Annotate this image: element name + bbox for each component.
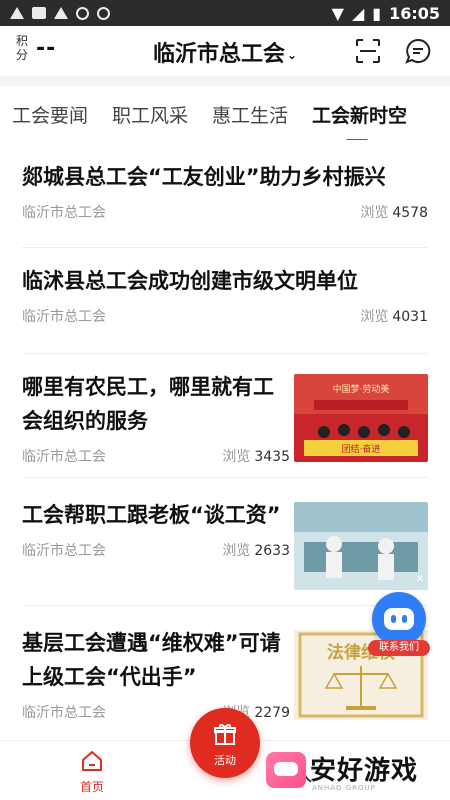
tab-benefits[interactable]: 惠工生活 — [200, 96, 300, 140]
news-meta: 临沂市总工会 浏览 2633 — [22, 540, 290, 560]
robot-icon — [372, 592, 426, 646]
chevron-down-icon: ⌄ — [286, 48, 298, 62]
news-source: 临沂市总工会 — [22, 449, 106, 465]
status-time: 16:05 — [389, 3, 440, 23]
gamepad-logo-icon — [266, 752, 306, 788]
news-views: 浏览 2633 — [222, 543, 290, 559]
notification-icon — [10, 7, 24, 19]
news-item[interactable]: 郯城县总工会“工友创业”助力乡村振兴 临沂市总工会 浏览 4578 — [22, 160, 428, 248]
battery-icon: ▮ — [372, 3, 382, 23]
image-icon — [32, 7, 46, 19]
activity-label: 活动 — [214, 754, 236, 767]
category-tabs: 工会要闻 职工风采 惠工生活 工会新时空 — [0, 96, 450, 140]
message-icon[interactable] — [405, 38, 431, 64]
svg-text:✕: ✕ — [416, 574, 424, 585]
svg-text:中国梦·劳动美: 中国梦·劳动美 — [333, 383, 390, 395]
news-source: 临沂市总工会 — [22, 205, 106, 221]
tab-news[interactable]: 工会要闻 — [0, 96, 100, 140]
news-thumbnail: ✕ — [294, 502, 428, 590]
nav-home-label: 首页 — [79, 780, 104, 794]
signal-icon: ◢ — [351, 3, 365, 23]
news-source: 临沂市总工会 — [22, 543, 106, 559]
page-title: 临沂市总工会 — [152, 42, 285, 67]
gift-icon — [214, 724, 236, 745]
contact-us-badge: 联系我们 — [368, 640, 430, 656]
news-title: 哪里有农民工，哪里就有工会组织的服务 — [22, 375, 274, 433]
watermark: 安好游戏 ANHAO GROUP — [266, 748, 446, 796]
app-header: 积分 -- 临沂市总工会 ⌄ — [0, 26, 450, 76]
news-views: 浏览 4031 — [360, 309, 428, 325]
wifi-icon: ▼ — [331, 3, 344, 23]
news-item[interactable]: 哪里有农民工，哪里就有工会组织的服务 临沂市总工会 浏览 3435 中国梦·劳动美… — [22, 370, 428, 478]
news-title: 工会帮职工跟老板“谈工资” — [22, 503, 281, 527]
news-views: 浏览 4578 — [360, 205, 428, 221]
notification-icon — [54, 7, 68, 19]
news-meta: 临沂市总工会 浏览 3435 — [22, 446, 290, 466]
watermark-text: 安好游戏 — [310, 756, 419, 786]
news-views: 浏览 3435 — [222, 449, 290, 465]
status-bar: ▼ ◢ ▮ 16:05 — [0, 0, 450, 26]
news-title: 郯城县总工会“工友创业”助力乡村振兴 — [22, 165, 386, 189]
nav-home[interactable]: 首页 — [72, 749, 112, 795]
minus-icon — [97, 6, 110, 20]
news-source: 临沂市总工会 — [22, 705, 106, 721]
svg-text:团结·奋进: 团结·奋进 — [342, 443, 381, 455]
activity-button[interactable]: 活动 — [190, 708, 260, 778]
news-thumbnail: 中国梦·劳动美 团结·奋进 — [294, 374, 428, 462]
news-meta: 临沂市总工会 浏览 4031 — [22, 306, 428, 326]
news-title: 临沭县总工会成功创建市级文明单位 — [22, 269, 358, 293]
news-item[interactable]: 工会帮职工跟老板“谈工资” 临沂市总工会 浏览 2633 ✕ — [22, 498, 428, 606]
scan-icon[interactable] — [355, 38, 381, 64]
watermark-subtext: ANHAO GROUP — [312, 784, 376, 792]
customer-service-robot[interactable]: 联系我们 — [368, 592, 430, 658]
city-selector[interactable]: 临沂市总工会 ⌄ — [0, 36, 450, 68]
news-meta: 临沂市总工会 浏览 4578 — [22, 202, 428, 222]
news-item[interactable]: 临沭县总工会成功创建市级文明单位 临沂市总工会 浏览 4031 — [22, 264, 428, 354]
header-divider — [0, 76, 450, 86]
tab-workers[interactable]: 职工风采 — [100, 96, 200, 140]
news-title: 基层工会遭遇“维权难”可请上级工会“代出手” — [22, 631, 281, 689]
tab-new-era[interactable]: 工会新时空 — [300, 96, 407, 140]
app-icon — [76, 6, 89, 20]
home-icon — [82, 751, 102, 771]
news-source: 临沂市总工会 — [22, 309, 106, 325]
